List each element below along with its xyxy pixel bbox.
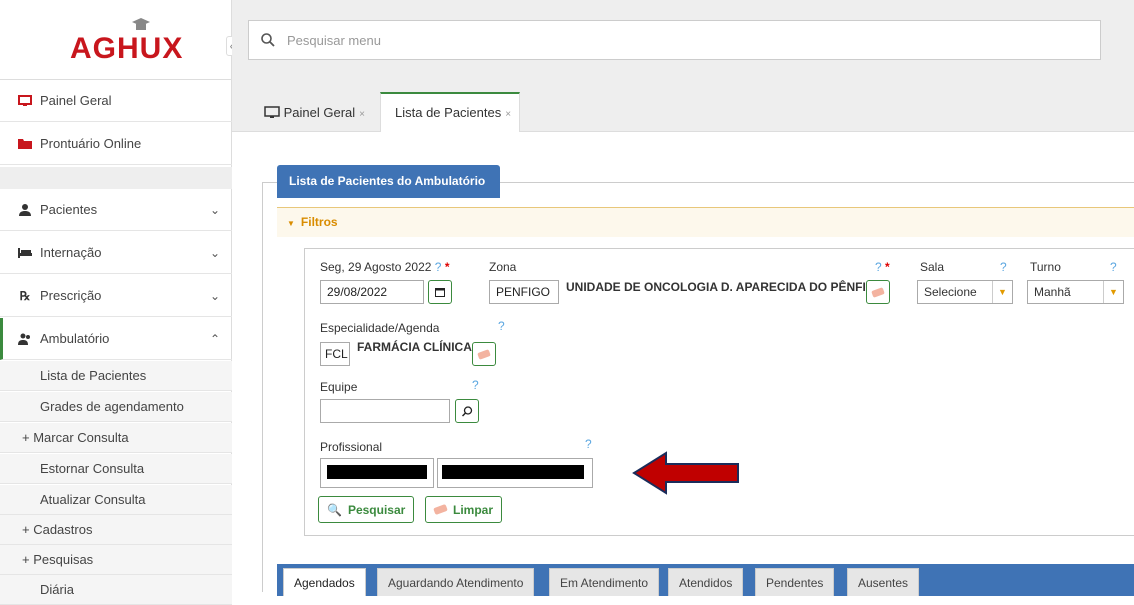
pesquisar-label: Pesquisar — [347, 502, 406, 517]
sidebar-item-painel-geral[interactable]: Painel Geral — [0, 80, 232, 122]
sidebar-item-label: Prontuário Online — [40, 136, 142, 151]
monitor-icon — [264, 106, 280, 118]
tab-ausentes[interactable]: Ausentes — [847, 568, 920, 596]
date-input[interactable]: 29/08/2022 — [320, 280, 424, 304]
prescription-icon: ℞ — [19, 288, 31, 303]
zona-help: ? * — [875, 260, 890, 274]
equipe-input[interactable] — [320, 399, 450, 423]
equipe-label: Equipe — [320, 380, 358, 394]
sidebar-item-label: Painel Geral — [40, 93, 112, 108]
especialidade-label: Especialidade/Agenda — [320, 321, 440, 335]
zona-name: UNIDADE DE ONCOLOGIA D. APARECIDA DO PÊN… — [566, 280, 885, 294]
especialidade-clear-button[interactable] — [472, 342, 496, 366]
sala-value: Selecione — [924, 285, 977, 299]
search-input[interactable]: Pesquisar menu — [248, 20, 1101, 60]
submenu-marcar-consulta[interactable]: + Marcar Consulta — [0, 423, 232, 453]
submenu-estornar-consulta[interactable]: Estornar Consulta — [0, 454, 232, 484]
sidebar-item-prontuario[interactable]: Prontuário Online — [0, 123, 232, 165]
redacted-block — [442, 465, 584, 479]
turno-label: Turno — [1030, 260, 1061, 274]
sidebar-item-label: Pacientes — [40, 202, 98, 217]
submenu-cadastros[interactable]: + Cadastros — [0, 515, 232, 545]
sidebar: AGHUX Painel Geral Prontuário Online Pac… — [0, 0, 232, 605]
turno-value: Manhã — [1034, 285, 1071, 299]
submenu-diaria[interactable]: Diária — [0, 575, 232, 605]
eraser-icon — [477, 348, 491, 360]
panel-border-left — [262, 182, 263, 592]
tab-lista-pacientes[interactable]: Lista de Pacientes × — [380, 92, 521, 132]
bed-icon — [18, 246, 32, 260]
limpar-button[interactable]: Limpar — [425, 496, 503, 523]
profissional-help: ? — [585, 437, 592, 451]
sidebar-item-pacientes[interactable]: Pacientes ⌄ — [0, 189, 232, 231]
search-icon — [261, 33, 275, 47]
turno-help: ? — [1110, 260, 1117, 274]
tab-label: Painel Geral — [283, 105, 356, 120]
search-placeholder: Pesquisar menu — [287, 32, 381, 48]
filtros-label: Filtros — [300, 215, 338, 229]
profissional-label: Profissional — [320, 440, 383, 454]
limpar-label: Limpar — [453, 502, 494, 517]
chevron-down-icon: ▼ — [992, 281, 1012, 303]
sala-label: Sala — [920, 260, 945, 274]
tab-pendentes[interactable]: Pendentes — [755, 568, 835, 596]
sidebar-item-label: Internação — [40, 245, 102, 260]
date-label: Seg, 29 Agosto 2022 ? * — [320, 260, 450, 274]
eraser-icon — [433, 503, 448, 516]
search-icon — [461, 405, 472, 417]
tab-agendados[interactable]: Agendados — [283, 568, 366, 596]
filtros-header[interactable]: ▼ Filtros — [277, 207, 1134, 237]
close-icon[interactable]: × — [505, 109, 511, 120]
users-icon — [18, 332, 32, 346]
turno-select[interactable]: Manhã ▼ — [1027, 280, 1124, 304]
close-icon[interactable]: × — [359, 109, 365, 120]
calendar-button[interactable] — [428, 280, 452, 304]
equipe-search-button[interactable] — [455, 399, 479, 423]
sidebar-separator — [0, 167, 232, 189]
submenu-pesquisas[interactable]: + Pesquisas — [0, 545, 232, 575]
zona-clear-button[interactable] — [866, 280, 890, 304]
calendar-icon — [435, 288, 445, 297]
equipe-help: ? — [472, 378, 479, 392]
sala-help: ? — [1000, 260, 1007, 274]
red-arrow-annotation — [632, 451, 739, 495]
submenu-grades-agendamento[interactable]: Grades de agendamento — [0, 392, 232, 422]
tab-painel-geral[interactable]: Painel Geral × — [256, 94, 373, 132]
sidebar-item-prescricao[interactable]: ℞ Prescrição ⌄ — [0, 275, 232, 317]
especialidade-name: FARMÁCIA CLÍNICA — [357, 340, 472, 354]
logo[interactable]: AGHUX — [0, 0, 232, 80]
folder-icon — [18, 137, 32, 151]
user-icon — [18, 203, 32, 217]
chevron-down-icon: ⌄ — [209, 203, 220, 217]
search-abc-icon: 🔍 — [327, 502, 342, 517]
tab-atendidos[interactable]: Atendidos — [668, 568, 744, 596]
chevron-down-icon: ⌄ — [209, 289, 220, 303]
logo-text: AGHUX — [70, 32, 184, 65]
chevron-down-icon: ⌄ — [209, 246, 220, 260]
sidebar-item-label: Ambulatório — [40, 331, 110, 346]
chevron-down-icon: ▼ — [1103, 281, 1123, 303]
especialidade-code-input[interactable]: FCL — [320, 342, 350, 366]
zona-code-input[interactable]: PENFIGO — [489, 280, 559, 304]
sidebar-item-ambulatorio[interactable]: Ambulatório ⌃ — [0, 318, 232, 360]
zona-label: Zona — [489, 260, 517, 274]
sidebar-item-label: Prescrição — [40, 288, 102, 303]
tab-aguardando-atendimento[interactable]: Aguardando Atendimento — [377, 568, 535, 596]
redacted-block — [327, 465, 427, 479]
tab-em-atendimento[interactable]: Em Atendimento — [549, 568, 660, 596]
panel-title: Lista de Pacientes do Ambulatório — [277, 165, 500, 198]
especialidade-help: ? — [498, 319, 505, 333]
graduation-cap-icon — [132, 18, 150, 30]
tab-label: Lista de Pacientes — [395, 105, 502, 120]
submenu-atualizar-consulta[interactable]: Atualizar Consulta — [0, 485, 232, 515]
pesquisar-button[interactable]: 🔍 Pesquisar — [318, 496, 415, 523]
submenu-lista-pacientes[interactable]: Lista de Pacientes — [0, 361, 232, 391]
chevron-up-icon: ⌃ — [209, 332, 220, 346]
sidebar-item-internacao[interactable]: Internação ⌄ — [0, 232, 232, 274]
eraser-icon — [871, 286, 885, 298]
sala-select[interactable]: Selecione ▼ — [917, 280, 1013, 304]
monitor-icon — [18, 94, 32, 108]
